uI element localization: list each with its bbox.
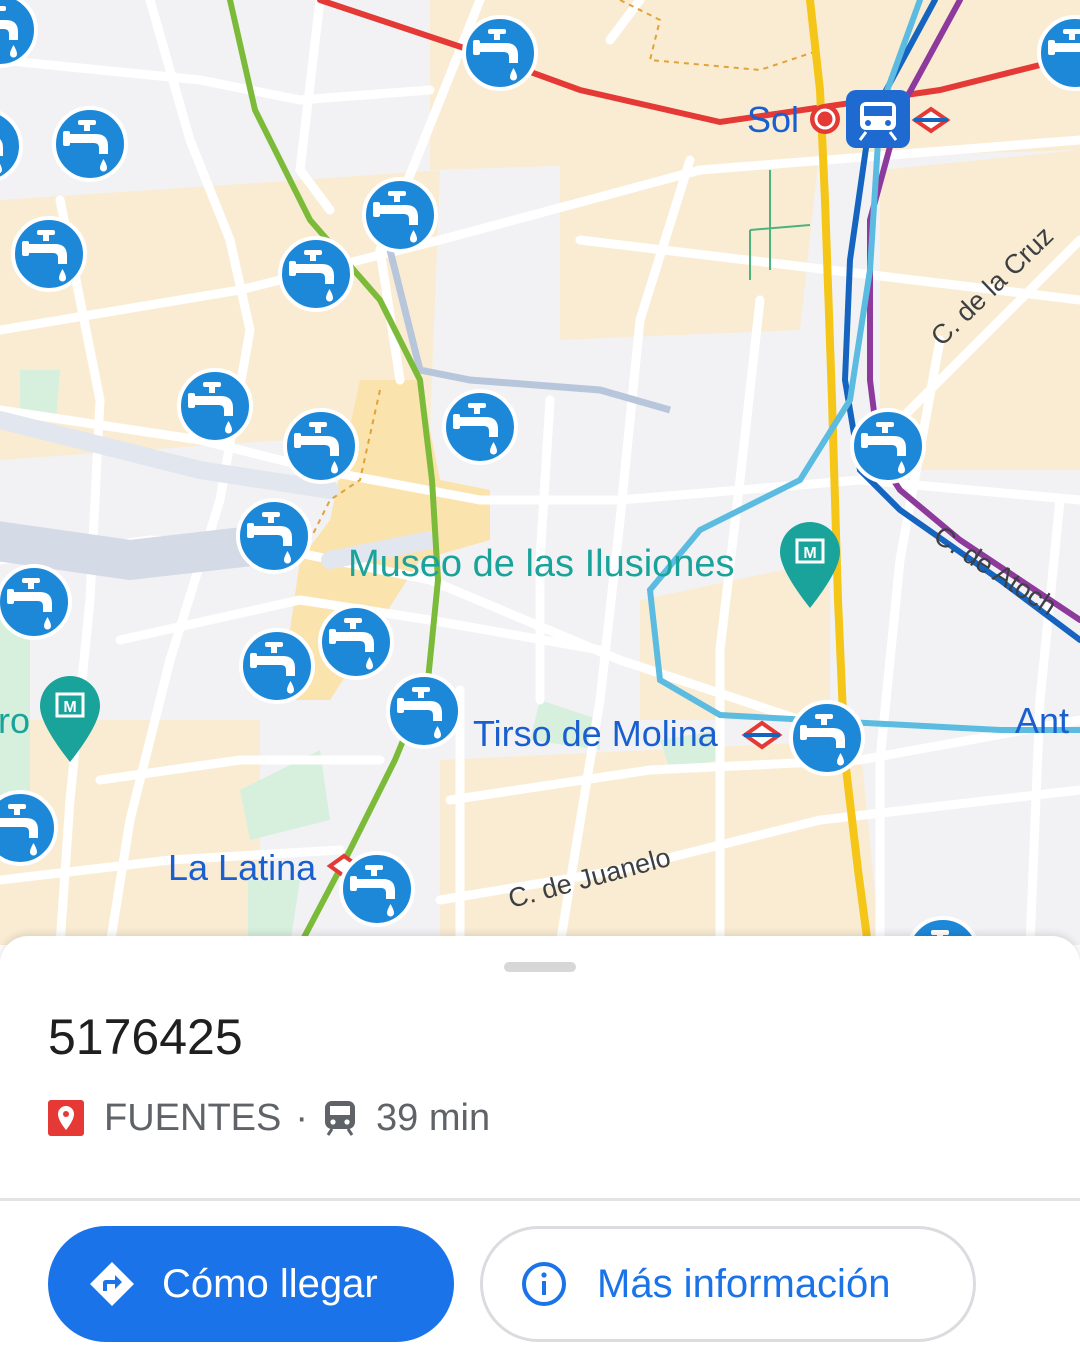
place-title: 5176425 <box>48 1009 243 1065</box>
water-tap-icon[interactable] <box>318 604 394 680</box>
transit-time: 39 min <box>376 1096 491 1139</box>
divider <box>0 1198 1080 1201</box>
label-la-latina[interactable]: La Latina <box>168 847 316 889</box>
drag-handle[interactable] <box>504 962 576 972</box>
map-view[interactable]: M M Sol Museo de las Ilusiones Tirso de … <box>0 0 1080 945</box>
place-bottom-sheet: 5176425 FUENTES · 39 min Cómo llegar Más… <box>0 936 1080 1369</box>
location-pin-icon <box>48 1100 84 1136</box>
water-tap-icon[interactable] <box>0 790 58 866</box>
more-info-label: Más información <box>597 1261 891 1306</box>
label-museo-de-las-ilusiones[interactable]: Museo de las Ilusiones <box>348 543 735 586</box>
water-tap-icon[interactable] <box>283 408 359 484</box>
label-tirso-de-molina[interactable]: Tirso de Molina <box>473 713 718 755</box>
water-tap-icon[interactable] <box>0 0 38 68</box>
water-tap-icon[interactable] <box>239 628 315 704</box>
svg-text:M: M <box>63 699 76 716</box>
water-tap-icon[interactable] <box>278 236 354 312</box>
label-antón-martín[interactable]: Ant <box>1015 700 1069 742</box>
water-tap-icon[interactable] <box>386 673 462 749</box>
map-canvas: M M <box>0 0 1080 945</box>
directions-icon <box>88 1260 136 1308</box>
svg-text:M: M <box>803 545 816 562</box>
train-icon <box>322 1099 358 1137</box>
place-category: FUENTES <box>104 1096 282 1139</box>
meta-separator: · <box>295 1096 309 1139</box>
water-tap-icon[interactable] <box>442 389 518 465</box>
water-tap-icon[interactable] <box>0 108 23 184</box>
label-left-edge: ro <box>0 700 31 741</box>
place-meta-row: FUENTES · 39 min <box>48 1096 490 1140</box>
water-tap-icon[interactable] <box>850 408 926 484</box>
directions-label: Cómo llegar <box>162 1261 378 1306</box>
info-icon <box>521 1261 567 1307</box>
water-tap-icon[interactable] <box>362 177 438 253</box>
water-tap-icon[interactable] <box>11 216 87 292</box>
more-info-button[interactable]: Más información <box>480 1226 976 1342</box>
water-tap-icon[interactable] <box>236 498 312 574</box>
water-tap-icon[interactable] <box>177 368 253 444</box>
metro-symbol-tirso <box>741 720 783 750</box>
label-sol[interactable]: Sol <box>747 99 799 141</box>
water-tap-icon[interactable] <box>339 851 415 927</box>
water-tap-icon[interactable] <box>462 15 538 91</box>
directions-button[interactable]: Cómo llegar <box>48 1226 454 1342</box>
water-tap-icon[interactable] <box>52 106 128 182</box>
water-tap-icon[interactable] <box>789 700 865 776</box>
water-tap-icon[interactable] <box>0 564 72 640</box>
